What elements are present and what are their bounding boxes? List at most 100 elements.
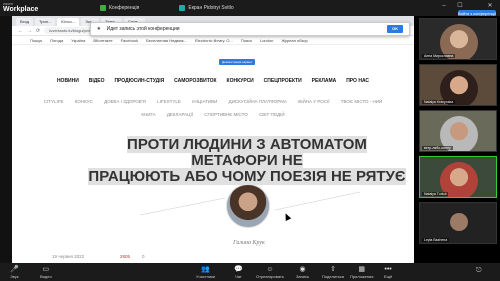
article-title-line2: ПРАЦЮЮТЬ АБО ЧОМУ ПОЕЗІЯ НЕ РЯТУЄ — [88, 168, 406, 185]
participant-tile-active[interactable]: Natalya Turkul — [419, 156, 497, 198]
chat-button[interactable]: 💬 Чат — [234, 266, 243, 279]
bookmark[interactable]: Погода — [50, 38, 63, 43]
participants-icon: 👥 — [201, 265, 210, 273]
bookmark[interactable]: ВКонтакте — [93, 38, 112, 43]
subnav-item[interactable]: CITYLIFE — [44, 99, 64, 104]
nav-item[interactable]: ВІДЕО — [89, 78, 105, 84]
bookmark[interactable]: Facebook — [121, 38, 139, 43]
article-title-line1: ПРОТИ ЛЮДИНИ З АВТОМАТОМ МЕТАФОРИ НЕ — [127, 136, 367, 169]
participants-button[interactable]: 👥 Участники — [196, 266, 215, 279]
author-photo — [226, 184, 270, 228]
participant-name: Natalya Kravynska — [422, 100, 456, 104]
subnav-item[interactable]: ДИСКУСІЙНА ПЛАТФОРМА — [229, 99, 287, 104]
participant-name: вєтр-лябо-моглу — [422, 146, 453, 150]
reload-icon[interactable]: ⟳ — [36, 28, 40, 34]
nav-item[interactable]: РЕКЛАМА — [312, 78, 337, 84]
subnav-item[interactable]: ІНІЦІАТИВИ — [192, 99, 217, 104]
browser-tab[interactable]: Трин... — [35, 18, 56, 26]
subnav-item[interactable]: ВІЙНА У РОСІЇ — [298, 99, 329, 104]
more-icon: ••• — [384, 265, 392, 273]
record-icon: ◉ — [299, 265, 306, 273]
participant-name: Leyla Bazhenа — [422, 238, 450, 242]
video-button[interactable]: ▭ Видео — [40, 266, 52, 279]
react-label: Отреагировать — [256, 273, 284, 279]
audio-label: Звук — [10, 273, 19, 279]
logo-name: Workplace — [3, 6, 39, 13]
share-label: Поделиться — [322, 273, 345, 279]
more-button[interactable]: ••• Ещё — [384, 266, 392, 279]
subnav-item[interactable]: КНИГА — [141, 112, 155, 117]
bookmark[interactable]: Журнал обзор — [281, 38, 307, 43]
nav-item[interactable]: СПЕЦПРОЕКТИ — [264, 78, 302, 84]
subnav-item[interactable]: ДЕКЛАРАЦІЇ — [167, 112, 193, 117]
app-logo: zoom Workplace — [0, 0, 42, 16]
browser-tab[interactable]: Вход — [16, 18, 34, 26]
participant-name: Анна Мирославна — [422, 54, 456, 58]
subnav-item[interactable]: СПОРТИВНЕ МІСТО — [204, 112, 247, 117]
chat-icon: 💬 — [234, 265, 243, 273]
conference-tab[interactable]: Конференція — [100, 5, 139, 11]
author-name[interactable]: Галина Крук — [224, 240, 274, 246]
smile-icon: ☺ — [266, 265, 274, 273]
microphone-icon: 🎤 — [10, 265, 19, 273]
screen-share-label: Екран Pidstryi Svitlo — [188, 5, 234, 11]
chat-label: Чат — [235, 273, 242, 279]
audio-button[interactable]: 🎤 Звук — [10, 266, 19, 279]
participant-tile[interactable]: Анна Мирославна — [419, 18, 497, 60]
bookmarks-bar: Пошук Погода Україна ВКонтакте Facebook … — [12, 36, 414, 45]
participant-panel: Анна Мирославна Natalya Kravynska вєтр-л… — [414, 16, 500, 263]
bookmark[interactable]: Бесплатная Недвиж... — [146, 38, 187, 43]
participant-tile[interactable]: Leyla Bazhenа — [419, 202, 497, 244]
nav-item[interactable]: ПРО НАС — [346, 78, 369, 84]
share-button[interactable]: ⇧ Поделиться — [322, 266, 344, 279]
back-icon[interactable]: ← — [18, 28, 23, 34]
apps-button[interactable]: ▦ Приложения — [350, 266, 373, 279]
subnav-item[interactable]: КОНКУС — [75, 99, 93, 104]
participants-label: Участники — [196, 273, 216, 279]
close-window-icon[interactable]: ✕ — [486, 2, 494, 10]
nav-item[interactable]: ПРОДЮСИН-СТУДІЯ — [114, 78, 164, 84]
conference-label: Конференція — [109, 5, 140, 11]
nav-item[interactable]: САМОРОЗВИТОК — [174, 78, 217, 84]
participant-avatar — [450, 213, 468, 231]
camera-icon: ▭ — [42, 265, 50, 273]
comments-count: 0 — [142, 254, 145, 259]
views-count: 2805 — [120, 254, 131, 259]
subnav-item[interactable]: ДОВКА І ЗДОРОВ'Я — [104, 99, 146, 104]
video-label: Видео — [40, 273, 52, 279]
bookmark[interactable]: Пошук — [30, 38, 42, 43]
record-button[interactable]: ◉ Запись — [296, 266, 309, 279]
participant-tile[interactable]: вєтр-лябо-моглу — [419, 110, 497, 152]
screen-share-badge: Демонстрація екрана — [219, 59, 255, 65]
participant-tile[interactable]: Natalya Kravynska — [419, 64, 497, 106]
recording-notice-text: Идет запись этой конференции — [106, 26, 180, 32]
participant-name: Natalya Turkul — [422, 192, 449, 196]
screen-share-tab[interactable]: Екран Pidstryi Svitlo — [179, 5, 234, 11]
share-screen-icon: ⇧ — [330, 265, 336, 273]
bookmark[interactable]: Electronic library. O... — [195, 38, 233, 43]
apps-icon: ▦ — [358, 265, 366, 273]
recording-ok-button[interactable]: OK — [387, 25, 403, 33]
more-label: Ещё — [384, 273, 393, 279]
subnav-item[interactable]: LIFESTYLE — [157, 99, 181, 104]
maximize-icon[interactable]: ☐ — [456, 2, 464, 10]
screen-icon — [179, 5, 186, 11]
site-sub-nav: CITYLIFE КОНКУС ДОВКА І ЗДОРОВ'Я LIFESTY… — [12, 95, 414, 121]
bookmark[interactable]: Україна — [71, 38, 85, 43]
bookmark[interactable]: London — [260, 38, 273, 43]
react-button[interactable]: ☺ Отреагировать — [256, 266, 284, 279]
bookmark[interactable]: Поиск — [241, 38, 252, 43]
browser-tab-active[interactable]: Юлсо... — [57, 18, 80, 26]
leave-icon[interactable]: ⎋ — [476, 267, 482, 275]
nav-item[interactable]: НОВИНИ — [57, 78, 79, 84]
nav-item[interactable]: КОНКУРСИ — [227, 78, 254, 84]
record-icon: ● — [97, 26, 101, 32]
apps-label: Приложения — [350, 273, 374, 279]
site-main-nav: НОВИНИ ВІДЕО ПРОДЮСИН-СТУДІЯ САМОРОЗВИТО… — [12, 78, 414, 84]
record-label: Запись — [296, 273, 310, 279]
minimize-icon[interactable]: – — [440, 2, 448, 10]
subnav-item[interactable]: ТВОЄ МІСТО - НИЙ — [341, 99, 382, 104]
article-title: ПРОТИ ЛЮДИНИ З АВТОМАТОМ МЕТАФОРИ НЕ ПРА… — [84, 136, 410, 185]
forward-icon[interactable]: → — [27, 28, 32, 34]
subnav-item[interactable]: СВІТ ПОДІЙ — [259, 112, 285, 117]
